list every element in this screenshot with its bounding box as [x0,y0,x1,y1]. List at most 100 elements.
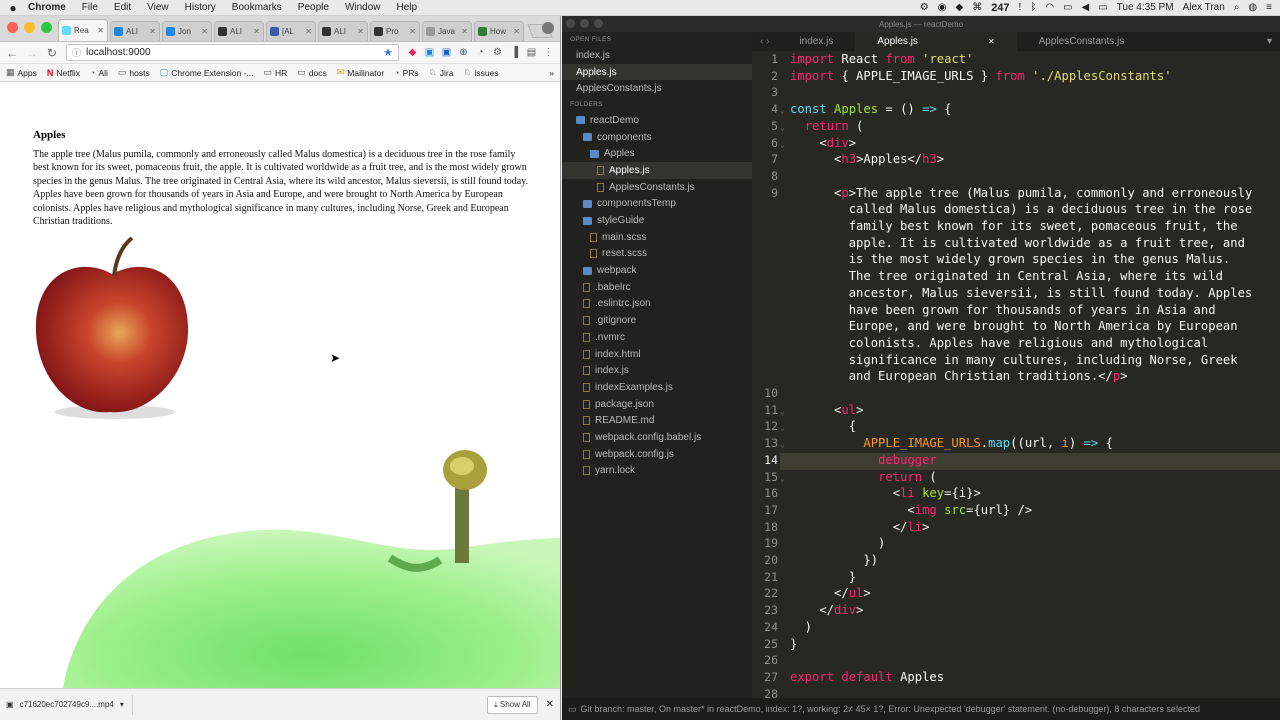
menubar-clock[interactable]: Tue 4:35 PM [1117,2,1174,13]
reload-icon[interactable]: ↻ [46,46,58,60]
bookmarks-overflow-icon[interactable]: » [549,68,554,78]
forward-arrow-icon[interactable]: → [26,46,38,60]
tree-file[interactable]: index.html [562,346,752,363]
profile-avatar-icon[interactable] [542,22,554,34]
tree-folder[interactable]: componentsTemp [562,196,752,213]
editor-zoom-button[interactable] [594,19,603,28]
tree-file[interactable]: reset.scss [562,246,752,263]
tree-folder[interactable]: Apples [562,145,752,162]
open-file-item[interactable]: index.js [562,47,752,64]
open-file-item[interactable]: ApplesConstants.js [562,80,752,97]
editor-tab-index[interactable]: index.js [777,32,855,51]
back-arrow-icon[interactable]: ← [6,46,18,60]
close-tab-icon[interactable]: ✕ [409,27,416,36]
editor-minimize-button[interactable] [580,19,589,28]
download-menu-caret-icon[interactable]: ▾ [120,700,124,709]
apple-menu-icon[interactable]: ● [0,1,26,15]
code-line[interactable]: <ul> [790,403,863,417]
open-file-item[interactable]: Apples.js [562,63,752,81]
extension-screen-icon[interactable]: ▣ [441,47,452,58]
code-line[interactable]: <li key={i}> [790,486,981,500]
extension-react-icon[interactable]: ▣ [424,47,435,58]
download-item[interactable]: ▣ c71620ec702749c9....mp4 ▾ [6,694,133,715]
code-line[interactable]: } [790,637,797,651]
editor-tab-apples-constants[interactable]: ApplesConstants.js [1017,32,1147,51]
extension-color-icon[interactable]: ◆ [407,47,418,58]
code-line[interactable]: called Malus domestica) is a deciduous t… [790,202,1253,216]
menu-help[interactable]: Help [397,2,418,13]
extension-settings-icon[interactable]: ⚙ [492,47,503,58]
menu-history[interactable]: History [185,2,216,13]
dropbox-icon[interactable]: ◆ [955,2,963,13]
code-line[interactable]: apple. It is cultivated worldwide as a f… [790,236,1245,250]
browser-tab[interactable]: ALI ✕ [318,21,368,41]
chrome-menu-icon[interactable]: ⋮ [543,47,554,58]
browser-tab[interactable]: Jon ✕ [162,21,212,41]
tab-nav-arrows-icon[interactable]: ‹ › [752,36,777,47]
code-line[interactable]: </div> [790,603,863,617]
close-tab-icon[interactable]: ✕ [97,26,104,35]
code-line[interactable]: <img src={url} /> [790,503,1032,517]
code-line[interactable]: significance in many cultures, including… [790,353,1238,367]
notification-center-icon[interactable]: ≡ [1266,2,1272,13]
tree-file[interactable]: indexExamples.js [562,379,752,396]
tree-file[interactable]: .nvmrc [562,329,752,346]
fold-arrow-icon[interactable]: ⌄ [780,440,785,449]
zoom-window-button[interactable] [41,22,52,33]
code-line[interactable]: Europe, and were brought to North Americ… [790,319,1238,333]
volume-icon[interactable]: ◀ [1082,2,1090,13]
code-line[interactable]: debugger [790,453,937,467]
tree-folder[interactable]: styleGuide [562,212,752,229]
siri-icon[interactable]: ◍ [1248,2,1257,13]
close-tab-icon[interactable]: ✕ [513,27,520,36]
close-tab-icon[interactable]: ✕ [461,27,468,36]
tree-file[interactable]: ApplesConstants.js [562,179,752,196]
code-line[interactable]: import { APPLE_IMAGE_URLS } from './Appl… [790,69,1172,83]
code-line[interactable]: return ( [790,119,864,133]
browser-tab[interactable]: ALI ✕ [214,21,264,41]
code-line[interactable]: have been grown for thousands of years i… [790,303,1216,317]
close-tab-icon[interactable]: ✕ [201,27,208,36]
menu-people[interactable]: People [298,2,329,13]
bookmark-chrome-extension[interactable]: ▢ Chrome Extension -... [160,67,254,78]
code-line[interactable]: ancestor, Malus sieversii, is still foun… [790,286,1253,300]
bluetooth-icon[interactable]: ᛒ [1030,2,1036,13]
browser-tab[interactable]: How ✕ [474,21,524,41]
notification-count[interactable]: 247 [991,2,1009,14]
browser-tab[interactable]: Java ✕ [422,21,472,41]
code-line[interactable]: family best known for its sweet, pomaceo… [790,219,1238,233]
browser-tab[interactable]: ALI ✕ [110,21,160,41]
menu-edit[interactable]: Edit [114,2,131,13]
code-line[interactable]: <p>The apple tree (Malus pumila, commonl… [790,186,1252,200]
bookmark-hosts[interactable]: ▭ hosts [118,67,150,78]
battery-icon[interactable]: ▭ [1098,2,1107,13]
code-line[interactable]: colonists. Apples have religious and myt… [790,336,1209,350]
tree-folder[interactable]: webpack [562,262,752,279]
download-filename[interactable]: c71620ec702749c9....mp4 [20,700,114,709]
code-line[interactable]: } [790,570,856,584]
code-line[interactable]: import React from 'react' [790,52,973,66]
close-tab-icon[interactable]: ✕ [357,27,364,36]
bookmark-hr[interactable]: ▭ HR [263,67,287,78]
code-line[interactable]: is the most widely grown species in the … [790,252,1231,266]
close-tab-icon[interactable]: ✕ [253,27,260,36]
minimize-window-button[interactable] [24,22,35,33]
alert-icon[interactable]: ! [1019,2,1022,13]
tree-folder[interactable]: components [562,129,752,146]
menu-file[interactable]: File [82,2,98,13]
editor-close-button[interactable] [566,19,575,28]
tree-folder[interactable]: reactDemo [562,112,752,129]
menu-bookmarks[interactable]: Bookmarks [232,2,282,13]
tree-file[interactable]: yarn.lock [562,463,752,480]
link-icon[interactable]: ⌘ [972,2,982,13]
tree-file[interactable]: README.md [562,412,752,429]
code-line[interactable]: return ( [790,470,937,484]
editor-tab-apples[interactable]: Apples.js ✕ [855,32,1017,51]
close-window-button[interactable] [7,22,18,33]
fold-arrow-icon[interactable]: ⌄ [780,140,785,149]
code-line[interactable]: and European Christian traditions.</p> [790,369,1128,383]
close-tab-icon[interactable]: ✕ [149,27,156,36]
tree-file[interactable]: .babelrc [562,279,752,296]
tree-file[interactable]: Apples.js [562,162,752,179]
menu-view[interactable]: View [147,2,169,13]
